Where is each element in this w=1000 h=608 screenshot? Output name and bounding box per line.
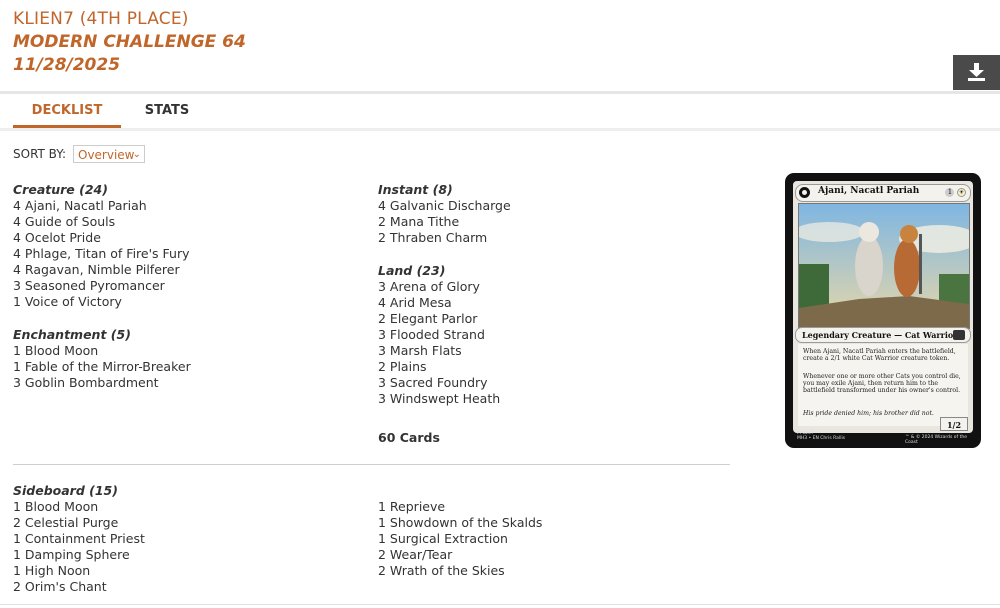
card-collector-info: M 0237 MH3 • EN Chris Rallis [797,431,846,441]
section-heading: Enchantment (5) [13,327,131,342]
card-line[interactable]: 3 Flooded Strand [378,327,511,343]
bottom-divider [0,604,1000,605]
card-line[interactable]: 2 Orim's Chant [13,579,145,595]
card-line[interactable]: 1 Blood Moon [13,499,145,515]
card-line[interactable]: 2 Plains [378,359,511,375]
card-line[interactable]: 3 Goblin Bombardment [13,375,191,391]
card-line[interactable]: 4 Guide of Souls [13,214,191,230]
white-mana-icon: ☀ [957,188,966,197]
generic-mana-symbol: 1 [945,188,955,197]
card-line[interactable]: 2 Thraben Charm [378,230,511,246]
card-line[interactable]: 2 Elegant Parlor [378,311,511,327]
card-line[interactable]: 4 Ocelot Pride [13,230,191,246]
mainboard-right-column: Instant (8) 4 Galvanic Discharge 2 Mana … [378,182,511,407]
card-line[interactable]: 3 Windswept Heath [378,391,511,407]
chevron-down-icon: ⌄ [132,149,141,160]
sideboard-left-column: Sideboard (15) 1 Blood Moon 2 Celestial … [13,483,145,595]
card-line[interactable]: 3 Seasoned Pyromancer [13,278,191,294]
sort-label: SORT BY: [13,147,67,161]
card-copyright: ™ & © 2024 Wizards of the Coast [905,435,967,445]
card-line[interactable]: 1 Voice of Victory [13,294,191,310]
section-heading: Creature (24) [13,182,108,197]
card-line[interactable]: 1 Reprieve [378,499,542,515]
player-title: KLIEN7 (4TH PLACE) [13,9,189,29]
tab-decklist[interactable]: DECKLIST [13,96,121,128]
card-name-bar: Ajani, Nacatl Pariah 1 ☀ [795,184,971,202]
card-line[interactable]: 4 Phlage, Titan of Fire's Fury [13,246,191,262]
download-icon [968,63,985,81]
sort-selected-value: Overview [78,148,135,162]
card-art [798,203,970,329]
sideboard-heading: Sideboard (15) [13,483,118,498]
card-text-box: When Ajani, Nacatl Pariah enters the bat… [798,344,968,426]
card-line[interactable]: 1 Blood Moon [13,343,191,359]
sort-select[interactable]: Overview ⌄ [73,145,145,163]
card-line[interactable]: 4 Galvanic Discharge [378,198,511,214]
card-line[interactable]: 2 Wrath of the Skies [378,563,542,579]
transform-icon [799,187,810,198]
card-flavor-text: His pride denied him; his brother did no… [803,410,934,417]
card-name: Ajani, Nacatl Pariah [818,186,920,196]
section-heading: Instant (8) [378,182,453,197]
card-line[interactable]: 1 Surgical Extraction [378,531,542,547]
event-date: 11/28/2025 [13,55,121,75]
card-line[interactable]: 2 Mana Tithe [378,214,511,230]
header-divider [0,91,1000,94]
tab-stats[interactable]: STATS [131,96,203,125]
event-header: KLIEN7 (4TH PLACE) MODERN CHALLENGE 64 1… [13,8,246,77]
card-line[interactable]: 1 Damping Sphere [13,547,145,563]
card-line[interactable]: 4 Arid Mesa [378,295,511,311]
set-symbol-icon [953,330,965,340]
card-line[interactable]: 3 Arena of Glory [378,279,511,295]
card-rules-1: When Ajani, Nacatl Pariah enters the bat… [803,348,956,362]
tab-divider [0,128,1000,131]
card-type-bar: Legendary Creature — Cat Warrior [795,327,971,343]
sideboard-divider [13,464,730,465]
card-line[interactable]: 1 Fable of the Mirror-Breaker [13,359,191,375]
card-type-line: Legendary Creature — Cat Warrior [802,330,958,340]
card-preview: Ajani, Nacatl Pariah 1 ☀ Legendary Creat… [785,173,981,448]
card-line[interactable]: 3 Marsh Flats [378,343,511,359]
power-toughness: 1/2 [940,417,968,431]
mana-cost: 1 ☀ [945,187,966,197]
card-line[interactable]: 4 Ajani, Nacatl Pariah [13,198,191,214]
card-line[interactable]: 3 Sacred Foundry [378,375,511,391]
card-line[interactable]: 4 Ragavan, Nimble Pilferer [13,262,191,278]
card-rules-2: Whenever one or more other Cats you cont… [803,373,961,394]
card-line[interactable]: 1 High Noon [13,563,145,579]
card-line[interactable]: 1 Showdown of the Skalds [378,515,542,531]
card-line[interactable]: 2 Wear/Tear [378,547,542,563]
card-total: 60 Cards [378,430,440,445]
card-line[interactable]: 1 Containment Priest [13,531,145,547]
download-button[interactable] [953,55,1000,90]
sideboard-right-column: 1 Reprieve 1 Showdown of the Skalds 1 Su… [378,499,542,579]
mainboard-left-column: Creature (24) 4 Ajani, Nacatl Pariah 4 G… [13,182,191,391]
event-name: MODERN CHALLENGE 64 [13,32,246,52]
section-heading: Land (23) [378,263,446,278]
card-line[interactable]: 2 Celestial Purge [13,515,145,531]
